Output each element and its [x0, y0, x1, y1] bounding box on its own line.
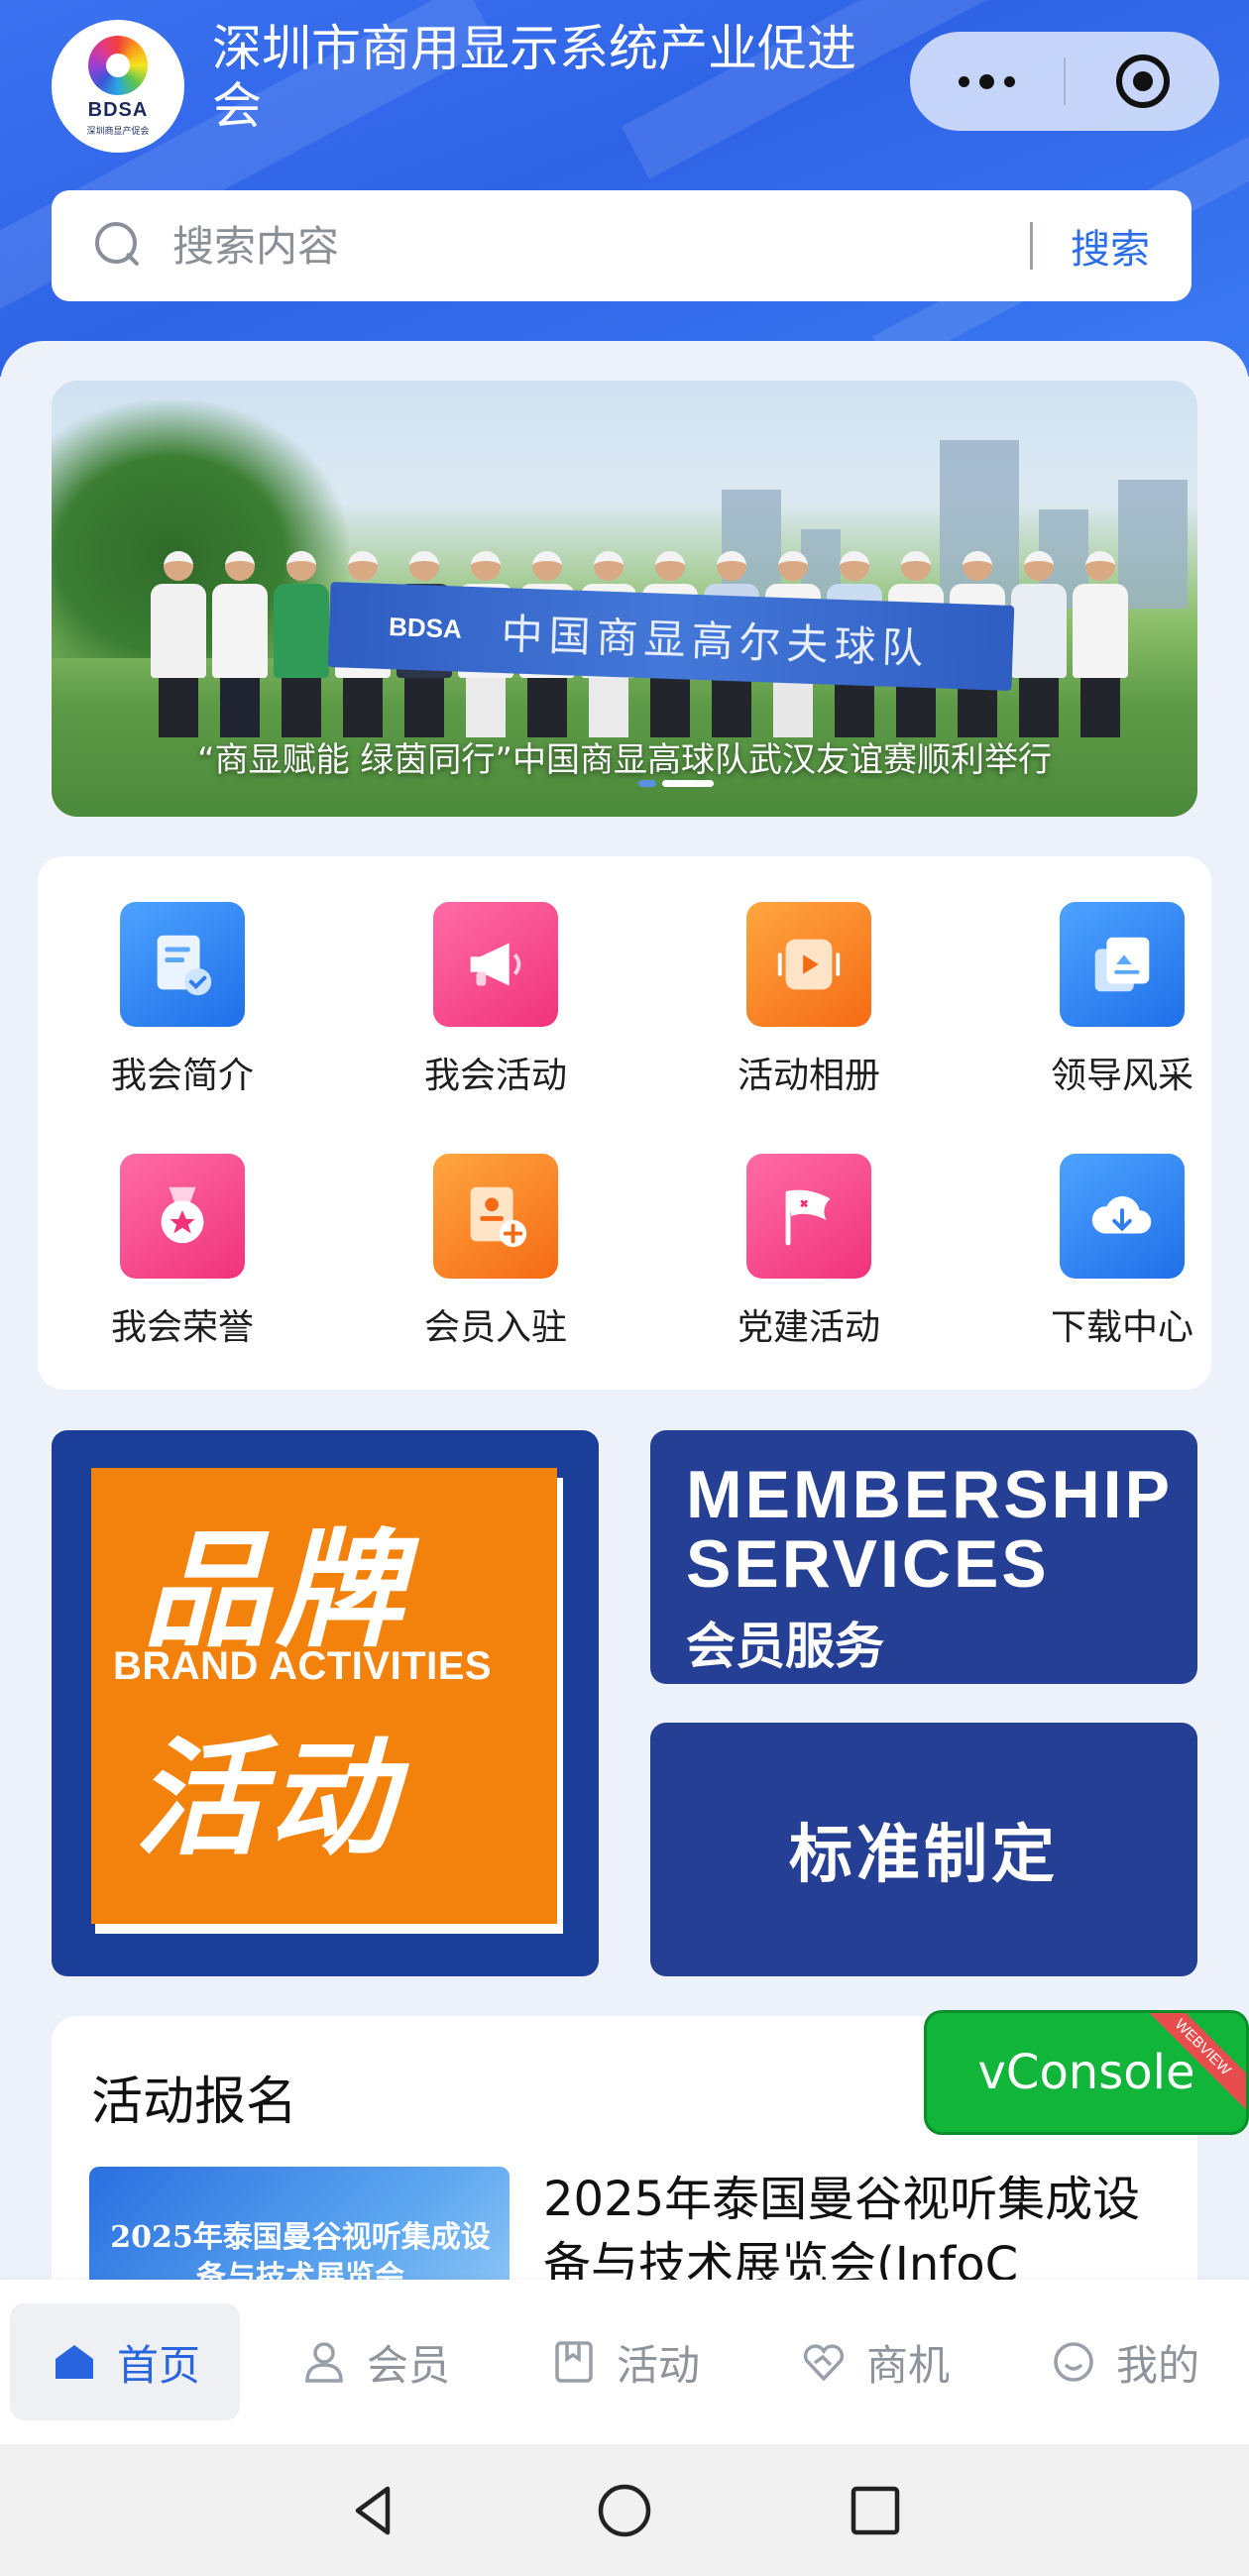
membership-services-tile[interactable]: MEMBERSHIP SERVICES 会员服务	[650, 1430, 1197, 1684]
brand-title-bottom: 活动	[135, 1726, 401, 1873]
tab-activities[interactable]: 活动	[510, 2303, 739, 2420]
menu-item-join[interactable]: 会员入驻	[387, 1154, 605, 1350]
home-circle-icon[interactable]	[593, 2479, 656, 2542]
menu-label: 活动相册	[737, 1056, 880, 1096]
event-title[interactable]: 2025年泰国曼谷视听集成设备与技术展览会(InfoC	[543, 2167, 1178, 2297]
tab-home[interactable]: 首页	[9, 2303, 240, 2420]
membership-title-cn: 会员服务	[686, 1618, 884, 1675]
miniprogram-capsule	[910, 32, 1219, 131]
banner-caption: “商显赋能 绿茵同行”中国商显高球队武汉友谊赛顺利举行	[196, 740, 1053, 780]
back-icon[interactable]	[342, 2479, 405, 2542]
app-logo: BDSA 深圳商显产促会	[52, 20, 184, 153]
logo-subtext: 深圳商显产促会	[86, 127, 150, 137]
carousel-indicator	[638, 780, 714, 787]
more-menu-icon[interactable]	[910, 32, 1064, 131]
tab-label: 会员	[366, 2340, 450, 2390]
logo-ring-icon	[88, 36, 148, 95]
smile-icon	[1054, 2342, 1093, 2382]
megaphone-icon	[433, 902, 558, 1027]
tab-members[interactable]: 会员	[260, 2303, 490, 2420]
menu-label: 党建活动	[737, 1307, 880, 1348]
medal-icon	[120, 1154, 245, 1279]
user-icon	[305, 2342, 343, 2383]
search-input[interactable]	[172, 221, 1030, 271]
menu-item-honors[interactable]: 我会荣誉	[73, 1154, 291, 1350]
standards-title: 标准制定	[789, 1819, 1059, 1892]
tab-business[interactable]: 商机	[759, 2303, 989, 2420]
brand-activities-tile[interactable]: 品牌 BRAND ACTIVITIES 活动	[52, 1430, 599, 1976]
home-icon	[55, 2345, 93, 2379]
menu-item-intro[interactable]: 我会简介	[73, 902, 291, 1098]
menu-label: 我会简介	[110, 1056, 254, 1096]
menu-item-activities[interactable]: 我会活动	[387, 902, 605, 1098]
video-play-icon	[746, 902, 871, 1027]
tab-label: 活动	[616, 2340, 700, 2390]
hero-banner[interactable]: BDSA 中国商显高尔夫球队 “商显赋能 绿茵同行”中国商显高球队武汉友谊赛顺利…	[52, 381, 1197, 817]
flag-logo: BDSA	[388, 611, 463, 644]
vconsole-button[interactable]: vConsole WEBVIEW	[924, 2010, 1249, 2135]
search-divider	[1030, 222, 1033, 270]
tab-mine[interactable]: 我的	[1009, 2303, 1239, 2420]
flag-icon	[746, 1154, 871, 1279]
app-title: 深圳市商用显示系统产业促进会	[212, 20, 856, 135]
section-title: 活动报名	[91, 2072, 298, 2132]
bottom-tab-bar: 首页 会员 活动 商机 我的	[0, 2280, 1249, 2444]
search-icon	[95, 222, 143, 270]
bookmark-icon	[555, 2341, 593, 2383]
search-bar: 搜索	[52, 190, 1192, 301]
photo-album-icon	[1060, 902, 1185, 1027]
menu-label: 我会荣誉	[110, 1307, 254, 1348]
cloud-download-icon	[1060, 1154, 1185, 1279]
quick-menu: 我会简介 我会活动 活动相册 领导风采 我会荣誉 会员入驻 党建活动 下载中心	[38, 856, 1211, 1390]
flag-text: 中国商显高尔夫球队	[500, 609, 931, 673]
menu-label: 会员入驻	[423, 1307, 567, 1348]
system-navigation-bar	[0, 2444, 1249, 2576]
menu-label: 我会活动	[423, 1056, 567, 1096]
document-check-icon	[120, 902, 245, 1027]
search-button[interactable]: 搜索	[1071, 217, 1150, 275]
menu-label: 领导风采	[1050, 1056, 1193, 1096]
tab-label: 我的	[1115, 2340, 1199, 2390]
menu-item-album[interactable]: 活动相册	[700, 902, 918, 1098]
tab-label: 商机	[865, 2340, 950, 2390]
brand-title-en: BRAND ACTIVITIES	[113, 1644, 493, 1688]
tab-label: 首页	[116, 2340, 200, 2390]
logo-text: BDSA	[87, 99, 149, 121]
menu-item-party[interactable]: 党建活动	[700, 1154, 918, 1350]
member-add-icon	[433, 1154, 558, 1279]
recents-icon[interactable]	[844, 2479, 907, 2542]
menu-item-download[interactable]: 下载中心	[1013, 1154, 1231, 1350]
vconsole-label: vConsole	[977, 2045, 1195, 2100]
menu-label: 下载中心	[1050, 1307, 1193, 1348]
membership-title-en: MEMBERSHIP SERVICES	[686, 1457, 1173, 1602]
handshake-heart-icon	[803, 2344, 845, 2382]
standards-tile[interactable]: 标准制定	[650, 1723, 1197, 1976]
menu-item-leaders[interactable]: 领导风采	[1013, 902, 1231, 1098]
close-miniprogram-icon[interactable]	[1066, 32, 1219, 131]
